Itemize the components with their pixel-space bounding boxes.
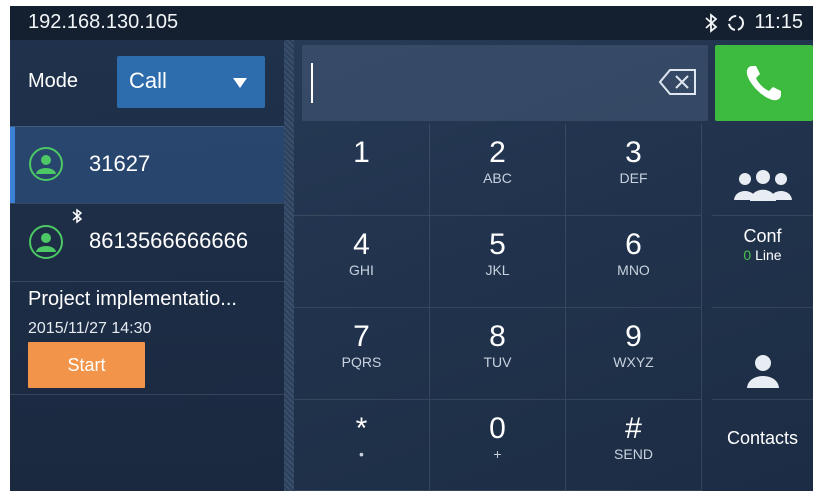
- status-bar: 192.168.130.105 11:15: [10, 6, 813, 40]
- key-digit: 8: [489, 320, 506, 353]
- key-7[interactable]: 7 PQRS: [294, 308, 430, 400]
- key-letters: MNO: [617, 262, 650, 278]
- conf-button[interactable]: Conf 0 Line: [712, 216, 813, 308]
- key-digit: 1: [353, 136, 370, 169]
- bluetooth-icon: [704, 12, 718, 33]
- key-0[interactable]: 0 +: [430, 400, 566, 491]
- key-letters: SEND: [614, 446, 653, 462]
- key-letters: TUV: [483, 354, 512, 370]
- contact-avatar-icon: [29, 225, 63, 259]
- key-letters: •: [359, 446, 364, 462]
- key-digit: *: [355, 412, 368, 445]
- key-letters: PQRS: [341, 354, 382, 370]
- contacts-icon-button[interactable]: [712, 308, 813, 400]
- key-letters: WXYZ: [613, 354, 654, 370]
- call-button[interactable]: [715, 45, 813, 121]
- contacts-label: Contacts: [726, 428, 799, 448]
- key-5[interactable]: 5 JKL: [430, 216, 566, 308]
- group-icon: [712, 168, 813, 209]
- key-digit: #: [625, 412, 642, 445]
- meeting-title: Project implementatio...: [28, 288, 237, 310]
- key-digit: 6: [625, 228, 642, 261]
- conf-group-button[interactable]: [712, 124, 813, 216]
- mode-row: Mode Call: [10, 40, 284, 126]
- clock: 11:15: [754, 11, 803, 33]
- chevron-down-icon: [233, 78, 247, 88]
- key-2[interactable]: 2 ABC: [430, 124, 566, 216]
- dial-input[interactable]: [302, 45, 708, 121]
- ip-address: 192.168.130.105: [28, 11, 179, 33]
- key-star[interactable]: * •: [294, 400, 430, 491]
- panel-divider: [284, 40, 294, 491]
- key-9[interactable]: 9 WXYZ: [566, 308, 702, 400]
- call-list-item[interactable]: 8613566666666: [10, 203, 284, 281]
- backspace-icon[interactable]: [658, 68, 698, 101]
- key-letters: GHI: [349, 262, 374, 278]
- key-digit: 3: [625, 136, 642, 169]
- key-letters: JKL: [485, 262, 510, 278]
- mode-value: Call: [129, 68, 167, 93]
- key-3[interactable]: 3 DEF: [566, 124, 702, 216]
- mode-dropdown[interactable]: Call: [117, 56, 265, 108]
- key-hash[interactable]: # SEND: [566, 400, 702, 491]
- key-1[interactable]: 1: [294, 124, 430, 216]
- start-button[interactable]: Start: [28, 342, 145, 388]
- status-icons: 11:15: [704, 11, 803, 34]
- empty-list-area: [10, 394, 284, 491]
- keypad: 1 2 ABC 3 DEF 4 GHI 5 JKL 6 MNO 7 PQRS 8…: [294, 124, 813, 491]
- key-digit: 9: [625, 320, 642, 353]
- key-letters: +: [493, 446, 502, 462]
- person-icon: [712, 353, 813, 394]
- call-list-item[interactable]: 31627: [10, 126, 284, 203]
- call-number: 31627: [89, 151, 151, 176]
- key-8[interactable]: 8 TUV: [430, 308, 566, 400]
- key-digit: 5: [489, 228, 506, 261]
- key-4[interactable]: 4 GHI: [294, 216, 430, 308]
- dial-area: 1 2 ABC 3 DEF 4 GHI 5 JKL 6 MNO 7 PQRS 8…: [294, 40, 813, 491]
- key-digit: 2: [489, 136, 506, 169]
- key-digit: 0: [489, 412, 506, 445]
- key-digit: 4: [353, 228, 370, 261]
- sync-icon: [726, 13, 746, 33]
- call-number: 8613566666666: [89, 228, 249, 253]
- meeting-datetime: 2015/11/27 14:30: [28, 320, 152, 337]
- text-cursor: [311, 63, 313, 103]
- contacts-button[interactable]: Contacts: [712, 400, 813, 491]
- mode-label: Mode: [28, 70, 79, 92]
- conf-suffix: Line: [751, 247, 782, 263]
- device-screen: 192.168.130.105 11:15 Mode Call 31627 86…: [10, 6, 813, 491]
- key-6[interactable]: 6 MNO: [566, 216, 702, 308]
- conf-label: Conf: [743, 226, 782, 246]
- contact-avatar-icon: [29, 147, 63, 181]
- bluetooth-icon: [72, 208, 83, 229]
- key-digit: 7: [353, 320, 370, 353]
- left-panel: Mode Call 31627 8613566666666 Project im…: [10, 40, 284, 491]
- key-letters: ABC: [483, 170, 512, 186]
- key-letters: DEF: [619, 170, 648, 186]
- conf-line-count: 0 Line: [712, 247, 813, 263]
- meeting-item[interactable]: Project implementatio... 2015/11/27 14:3…: [10, 281, 284, 394]
